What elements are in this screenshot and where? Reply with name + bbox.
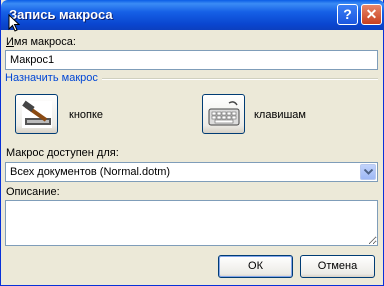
chevron-down-icon <box>364 169 373 175</box>
title-bar[interactable]: Запись макроса ? ✕ <box>1 0 384 30</box>
mouse-cursor-icon <box>8 14 20 32</box>
group-divider <box>102 78 378 80</box>
assign-to-keyboard-label: клавишам <box>254 109 306 121</box>
description-input[interactable] <box>5 200 378 246</box>
hammer-icon <box>22 100 52 128</box>
keyboard-icon <box>208 101 240 126</box>
cancel-button[interactable]: Отмена <box>300 255 375 278</box>
assign-to-keyboard-button[interactable] <box>202 94 245 134</box>
close-button[interactable]: ✕ <box>361 4 382 25</box>
help-button[interactable]: ? <box>337 4 358 25</box>
assign-to-button-button[interactable] <box>15 94 58 134</box>
record-macro-dialog: Запись макроса ? ✕ Имя макроса: Назначит… <box>0 0 384 286</box>
ok-button[interactable]: ОК <box>218 255 293 278</box>
macro-name-label: Имя макроса: <box>6 36 76 48</box>
dialog-title: Запись макроса <box>9 7 113 22</box>
description-label: Описание: <box>6 186 60 198</box>
store-in-selected-value: Всех документов (Normal.dotm) <box>10 166 171 178</box>
macro-name-label-text: мя макроса: <box>13 36 76 48</box>
assign-to-button-label: кнопке <box>69 109 104 121</box>
dropdown-arrow-button[interactable] <box>360 164 376 180</box>
store-in-label: Макрос доступен для: <box>6 147 119 159</box>
assign-macro-group-label: Назначить макрос <box>5 72 98 84</box>
store-in-select[interactable]: Всех документов (Normal.dotm) <box>5 162 378 182</box>
macro-name-input[interactable] <box>5 50 378 70</box>
